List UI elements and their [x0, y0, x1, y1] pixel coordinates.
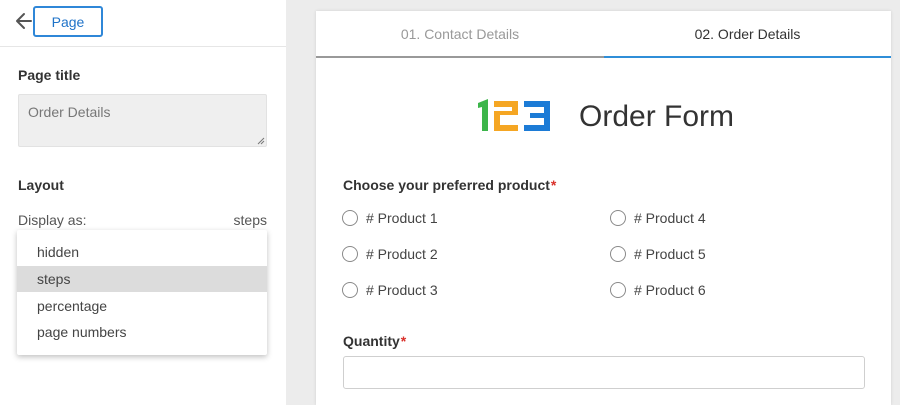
form-title: Order Form: [579, 100, 735, 133]
product-4-radio[interactable]: [610, 210, 626, 226]
properties-panel: Page Page title Order Details Layout Dis…: [0, 0, 286, 405]
arrow-left-icon[interactable]: [13, 9, 35, 33]
dropdown-option-hidden[interactable]: hidden: [17, 239, 267, 265]
display-as-dropdown: hidden steps percentage page numbers: [17, 230, 267, 355]
product-3-label[interactable]: # Product 3: [366, 282, 438, 298]
tab-order-details[interactable]: 02. Order Details: [604, 11, 891, 58]
product-3-radio[interactable]: [342, 282, 358, 298]
quantity-label: Quantity*: [343, 333, 407, 349]
divider: [0, 46, 286, 47]
product-2-radio[interactable]: [342, 246, 358, 262]
product-5-label[interactable]: # Product 5: [634, 246, 706, 262]
dropdown-option-page-numbers[interactable]: page numbers: [17, 319, 267, 345]
product-1-label[interactable]: # Product 1: [366, 210, 438, 226]
product-4-label[interactable]: # Product 4: [634, 210, 706, 226]
tab-contact-details[interactable]: 01. Contact Details: [316, 11, 604, 58]
layout-label: Layout: [18, 177, 64, 193]
dropdown-option-steps[interactable]: steps: [17, 266, 267, 292]
product-2-label[interactable]: # Product 2: [366, 246, 438, 262]
page-title-textarea[interactable]: Order Details: [18, 94, 267, 147]
quantity-input[interactable]: [343, 356, 865, 389]
page-button[interactable]: Page: [33, 6, 103, 37]
display-as-label: Display as:: [18, 212, 87, 228]
product-1-radio[interactable]: [342, 210, 358, 226]
product-question-label: Choose your preferred product*: [343, 177, 557, 193]
display-as-select[interactable]: steps: [187, 212, 267, 228]
product-6-radio[interactable]: [610, 282, 626, 298]
page-title-label: Page title: [18, 67, 81, 83]
product-5-radio[interactable]: [610, 246, 626, 262]
product-6-label[interactable]: # Product 6: [634, 282, 706, 298]
logo-123-icon: [478, 99, 550, 131]
dropdown-option-percentage[interactable]: percentage: [17, 293, 267, 319]
form-preview: 01. Contact Details 02. Order Details Or…: [316, 11, 891, 405]
resize-grip-icon[interactable]: [256, 136, 265, 145]
